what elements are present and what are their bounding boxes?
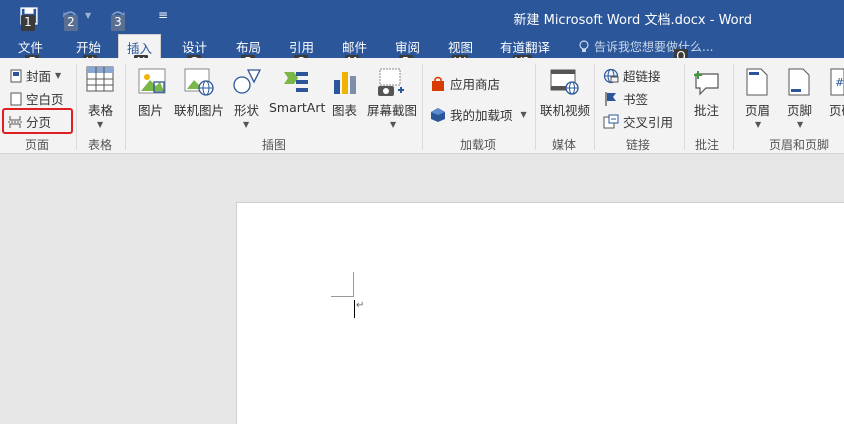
screenshot-dropdown-icon[interactable]: ▼	[390, 120, 396, 129]
shapes-dropdown-icon[interactable]: ▼	[243, 120, 249, 129]
media-group-label: 媒体	[552, 138, 577, 152]
tell-me-box[interactable]: 告诉我您想要做什么...	[578, 38, 713, 55]
separator	[684, 64, 685, 150]
table-label[interactable]: 表格	[88, 100, 113, 119]
store-button[interactable]: 应用商店	[430, 74, 500, 93]
svg-text:#: #	[835, 76, 844, 89]
keytip-qat-3: 3	[111, 15, 125, 31]
window-title: 新建 Microsoft Word 文档.docx - Word	[513, 13, 752, 28]
page-break-highlight	[2, 108, 73, 134]
smartart-label[interactable]: SmartArt	[269, 100, 325, 115]
title-bar: ▼ ≡ 1 2 3 新建 Microsoft Word 文档.docx - Wo…	[0, 0, 844, 34]
separator	[594, 64, 595, 150]
text-cursor	[354, 300, 355, 318]
footer-dropdown-icon[interactable]: ▼	[797, 120, 803, 129]
tab-design[interactable]: 设计	[182, 37, 207, 56]
header-icon[interactable]	[746, 68, 768, 96]
chart-label[interactable]: 图表	[332, 100, 357, 119]
paragraph-mark-icon: ↵	[356, 300, 365, 311]
blank-page-button[interactable]: 空白页	[10, 89, 64, 108]
cover-page-label: 封面	[26, 69, 52, 84]
store-label: 应用商店	[450, 77, 501, 92]
cross-reference-label: 交叉引用	[623, 115, 674, 130]
cross-reference-icon	[603, 114, 619, 128]
header-dropdown-icon[interactable]: ▼	[755, 120, 761, 129]
header-footer-group-label: 页眉和页脚	[769, 138, 830, 152]
online-picture-label[interactable]: 联机图片	[174, 100, 224, 119]
links-group-label: 链接	[626, 138, 651, 152]
ribbon-tabs: 文件 开始 插入 设计 布局 引用 邮件 审阅 视图 有道翻译 告诉我您想要做什…	[0, 34, 844, 58]
addins-group-label: 加载项	[460, 138, 497, 152]
comments-group-label: 批注	[695, 138, 720, 152]
header-label[interactable]: 页眉	[745, 100, 770, 119]
footer-icon[interactable]	[788, 68, 810, 96]
illustrations-group-label: 插图	[262, 138, 287, 152]
tell-me-placeholder: 告诉我您想要做什么...	[594, 40, 714, 54]
hyperlink-label: 超链接	[623, 69, 661, 84]
my-addins-dropdown-icon: ▼	[520, 110, 527, 119]
undo-dropdown-icon[interactable]: ▼	[85, 11, 91, 20]
tab-view[interactable]: 视图	[448, 37, 473, 56]
tab-file[interactable]: 文件	[18, 37, 43, 56]
ribbon-insert: 封面 ▼ 空白页 分页 页面 表格 ▼ 表格 图片 联机图片 形状 ▼ Smar…	[0, 58, 844, 154]
screenshot-label[interactable]: 屏幕截图	[367, 100, 417, 119]
bookmark-button[interactable]: 书签	[603, 89, 648, 108]
separator	[535, 64, 536, 150]
tab-references[interactable]: 引用	[289, 37, 314, 56]
document-page[interactable]	[236, 202, 844, 424]
customize-qat-icon[interactable]: ≡	[158, 8, 168, 22]
hyperlink-icon	[603, 68, 619, 83]
lightbulb-icon	[579, 39, 589, 52]
blank-page-label: 空白页	[26, 92, 64, 107]
cover-page-button[interactable]: 封面 ▼	[10, 66, 61, 85]
separator	[125, 64, 126, 150]
tab-layout[interactable]: 布局	[236, 37, 261, 56]
smartart-icon[interactable]	[282, 68, 310, 96]
separator	[422, 64, 423, 150]
margin-corner-mark	[353, 272, 354, 296]
bookmark-icon	[605, 91, 616, 106]
picture-label[interactable]: 图片	[138, 100, 163, 119]
tab-mailings[interactable]: 邮件	[342, 37, 367, 56]
tab-review[interactable]: 审阅	[395, 37, 420, 56]
keytip-qat-1: 1	[21, 15, 35, 31]
keytip-qat-2: 2	[64, 15, 78, 31]
footer-label[interactable]: 页脚	[787, 100, 812, 119]
tab-youdao[interactable]: 有道翻译	[500, 37, 550, 56]
chart-icon[interactable]	[332, 68, 358, 96]
blank-page-icon	[10, 92, 22, 105]
comment-icon[interactable]	[692, 68, 722, 96]
cover-dropdown-icon: ▼	[55, 71, 62, 80]
table-group-label: 表格	[88, 138, 113, 152]
online-video-label[interactable]: 联机视频	[540, 100, 590, 119]
margin-corner-mark	[331, 296, 354, 297]
page-number-label[interactable]: 页码	[829, 100, 844, 119]
table-icon[interactable]	[86, 66, 114, 92]
cover-page-icon	[10, 69, 22, 82]
online-picture-icon[interactable]	[184, 68, 214, 96]
hyperlink-button[interactable]: 超链接	[603, 66, 661, 85]
table-dropdown-icon[interactable]: ▼	[97, 120, 103, 129]
separator	[733, 64, 734, 150]
online-video-icon[interactable]	[550, 68, 580, 96]
page-number-icon[interactable]: #	[830, 68, 844, 96]
store-icon	[432, 76, 444, 91]
separator	[76, 64, 77, 150]
my-addins-label: 我的加载项	[450, 108, 513, 123]
picture-icon[interactable]	[138, 68, 166, 94]
bookmark-label: 书签	[623, 92, 649, 107]
shapes-icon[interactable]	[232, 68, 262, 96]
comment-label[interactable]: 批注	[694, 100, 719, 119]
my-addins-button[interactable]: 我的加载项 ▼	[430, 105, 527, 124]
pages-group-label: 页面	[25, 138, 50, 152]
shapes-label[interactable]: 形状	[234, 100, 259, 119]
tab-home[interactable]: 开始	[76, 37, 101, 56]
cross-reference-button[interactable]: 交叉引用	[603, 112, 673, 131]
my-addins-icon	[431, 107, 445, 122]
screenshot-icon[interactable]	[376, 68, 406, 98]
